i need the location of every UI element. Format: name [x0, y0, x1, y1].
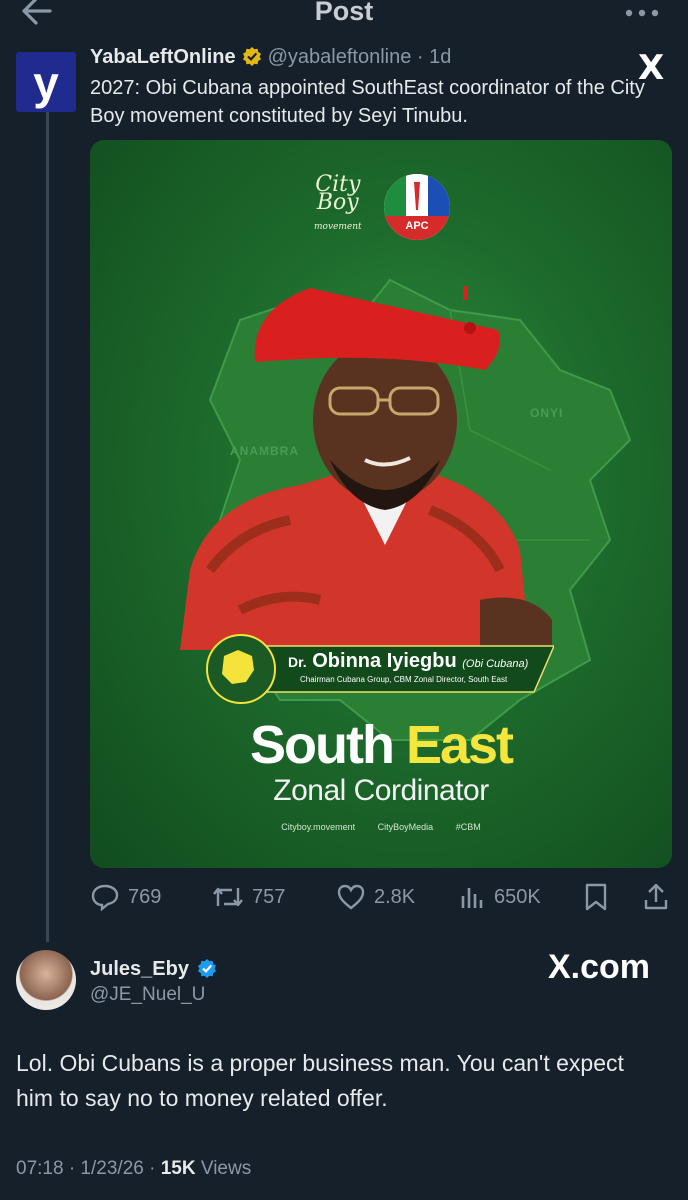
tweet-text: 2027: Obi Cubana appointed SouthEast coo… — [90, 77, 645, 127]
avatar[interactable]: y — [16, 52, 76, 112]
repost-button[interactable]: 757 — [212, 880, 285, 914]
display-name[interactable]: YabaLeftOnline — [90, 46, 236, 68]
repost-count: 757 — [252, 885, 286, 908]
logo-line-2: Boy — [316, 190, 359, 215]
logo-line-3: movement — [314, 222, 362, 232]
thread-line — [46, 110, 49, 942]
tweet-media[interactable]: City Boy movement APC ANAMBRA ONYI E — [90, 140, 672, 868]
title-prefix: Dr. — [288, 654, 307, 670]
reply-count: 769 — [128, 885, 162, 908]
views-button[interactable]: 650K — [460, 880, 541, 914]
person-name: Dr. Obinna Iyiegbu (Obi Cubana) — [288, 650, 528, 673]
action-bar: 769 757 2.8K 650K — [90, 880, 680, 914]
display-name-text: Jules_Eby — [90, 958, 189, 980]
views-icon — [461, 888, 483, 908]
x-com-watermark: X.com — [548, 948, 651, 986]
handle[interactable]: @JE_Nuel_U — [90, 984, 205, 1006]
southeast-map-icon — [222, 650, 254, 684]
views-count: 650K — [494, 885, 541, 908]
bookmark-icon — [585, 883, 607, 911]
display-name[interactable]: Jules_Eby — [90, 958, 217, 981]
tweet-meta: 07:18 · 1/23/26 · 15K Views — [16, 1158, 251, 1180]
share-icon — [644, 883, 668, 910]
person-fullname: Obinna Iyiegbu — [312, 650, 457, 672]
portrait-photo — [180, 286, 552, 650]
tweet-text: Lol. Obi Cubans is a proper business man… — [16, 1050, 624, 1111]
timestamp[interactable]: 07:18 · 1/23/26 · — [16, 1158, 155, 1179]
bookmark-button[interactable] — [584, 880, 616, 914]
top-bar: Post — [0, 0, 688, 30]
footer-hashtag: #CBM — [455, 822, 481, 832]
avatar[interactable] — [16, 950, 76, 1010]
poster-title-south: South — [249, 715, 395, 775]
party-name: APC — [405, 220, 429, 232]
tweet-header: YabaLeftOnline @yabaleftonline · 1d — [90, 46, 451, 69]
reply-button[interactable]: 769 — [90, 880, 161, 914]
reply-icon — [91, 884, 119, 912]
page-title: Post — [314, 0, 374, 26]
like-button[interactable]: 2.8K — [336, 880, 415, 914]
southeast-map-badge — [206, 634, 276, 704]
blue-verified-icon — [197, 959, 216, 978]
views-count: 15K — [160, 1158, 196, 1179]
poster-subtitle: Zonal Cordinator — [273, 774, 489, 807]
poster-title: South East — [90, 714, 672, 776]
avatar-letter: y — [33, 57, 59, 109]
person-nickname: (Obi Cubana) — [462, 658, 529, 670]
poster-footer: Cityboy.movement CityBoyMedia #CBM — [90, 822, 672, 832]
city-boy-logo: City Boy movement — [314, 174, 362, 236]
repost-icon — [213, 887, 243, 907]
person-role: Chairman Cubana Group, CBM Zonal Directo… — [300, 675, 508, 684]
gold-verified-icon — [242, 47, 261, 66]
views-label: Views — [200, 1158, 252, 1179]
apc-logo: APC — [384, 174, 450, 240]
like-count: 2.8K — [374, 885, 416, 908]
footer-x: CityBoyMedia — [377, 822, 434, 832]
share-button[interactable] — [642, 880, 678, 914]
like-icon — [337, 884, 365, 910]
footer-instagram: Cityboy.movement — [281, 822, 356, 832]
poster-title-east: East — [405, 715, 514, 775]
timestamp[interactable]: · 1d — [417, 46, 451, 68]
more-icon[interactable] — [624, 6, 660, 20]
handle[interactable]: @yabaleftonline — [268, 46, 412, 68]
